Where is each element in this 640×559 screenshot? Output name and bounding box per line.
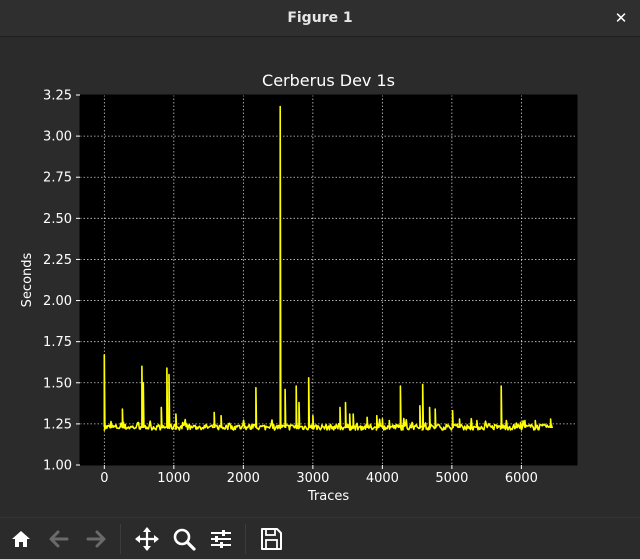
x-tick-label: 3000 — [296, 471, 329, 486]
y-tick-label: 2.25 — [43, 253, 72, 268]
y-tick-label: 2.50 — [43, 212, 72, 227]
window-title: Figure 1 — [287, 10, 353, 26]
back-arrow-icon — [49, 530, 69, 548]
x-tick-label: 0 — [100, 471, 108, 486]
x-tick-label: 5000 — [435, 471, 468, 486]
home-button[interactable] — [8, 526, 34, 552]
y-axis-label: Seconds — [20, 252, 35, 307]
y-tick-label: 1.75 — [43, 335, 72, 350]
x-tick-label: 4000 — [366, 471, 399, 486]
forward-button[interactable] — [83, 526, 109, 552]
forward-arrow-icon — [86, 530, 106, 548]
chart-title: Cerberus Dev 1s — [262, 71, 395, 90]
pan-icon — [135, 527, 159, 551]
back-button[interactable] — [46, 526, 72, 552]
toolbar-separator — [245, 524, 246, 554]
configure-subplots-button[interactable] — [208, 526, 234, 552]
figure-canvas[interactable]: 0 1000 2000 3000 4000 5000 6000 1.00 1.25 1.50 1.7… — [0, 37, 640, 517]
line-chart: 0 1000 2000 3000 4000 5000 6000 1.00 1.25 1.50 1.7… — [20, 71, 578, 504]
x-axis-label: Traces — [307, 489, 349, 504]
y-tick-label: 3.00 — [43, 130, 72, 145]
zoom-button[interactable] — [171, 526, 197, 552]
save-button[interactable] — [258, 526, 284, 552]
window-titlebar: Figure 1 ✕ — [0, 0, 640, 37]
y-tick-label: 3.25 — [43, 89, 72, 104]
save-icon — [261, 528, 282, 550]
y-tick-label: 2.00 — [43, 294, 72, 309]
navigation-toolbar — [0, 517, 640, 559]
toolbar-separator — [120, 524, 121, 554]
x-tick-label: 1000 — [157, 471, 190, 486]
home-icon — [12, 531, 30, 547]
plot-area — [80, 95, 577, 465]
zoom-icon — [173, 528, 196, 551]
y-tick-label: 2.75 — [43, 171, 72, 186]
x-tick-label: 6000 — [505, 471, 538, 486]
y-tick-label: 1.25 — [43, 417, 72, 432]
close-button[interactable]: ✕ — [612, 9, 630, 27]
pan-button[interactable] — [134, 526, 160, 552]
y-tick-label: 1.50 — [43, 376, 72, 391]
configure-subplots-icon — [211, 530, 231, 548]
x-tick-label: 2000 — [227, 471, 260, 486]
y-tick-label: 1.00 — [43, 459, 72, 474]
